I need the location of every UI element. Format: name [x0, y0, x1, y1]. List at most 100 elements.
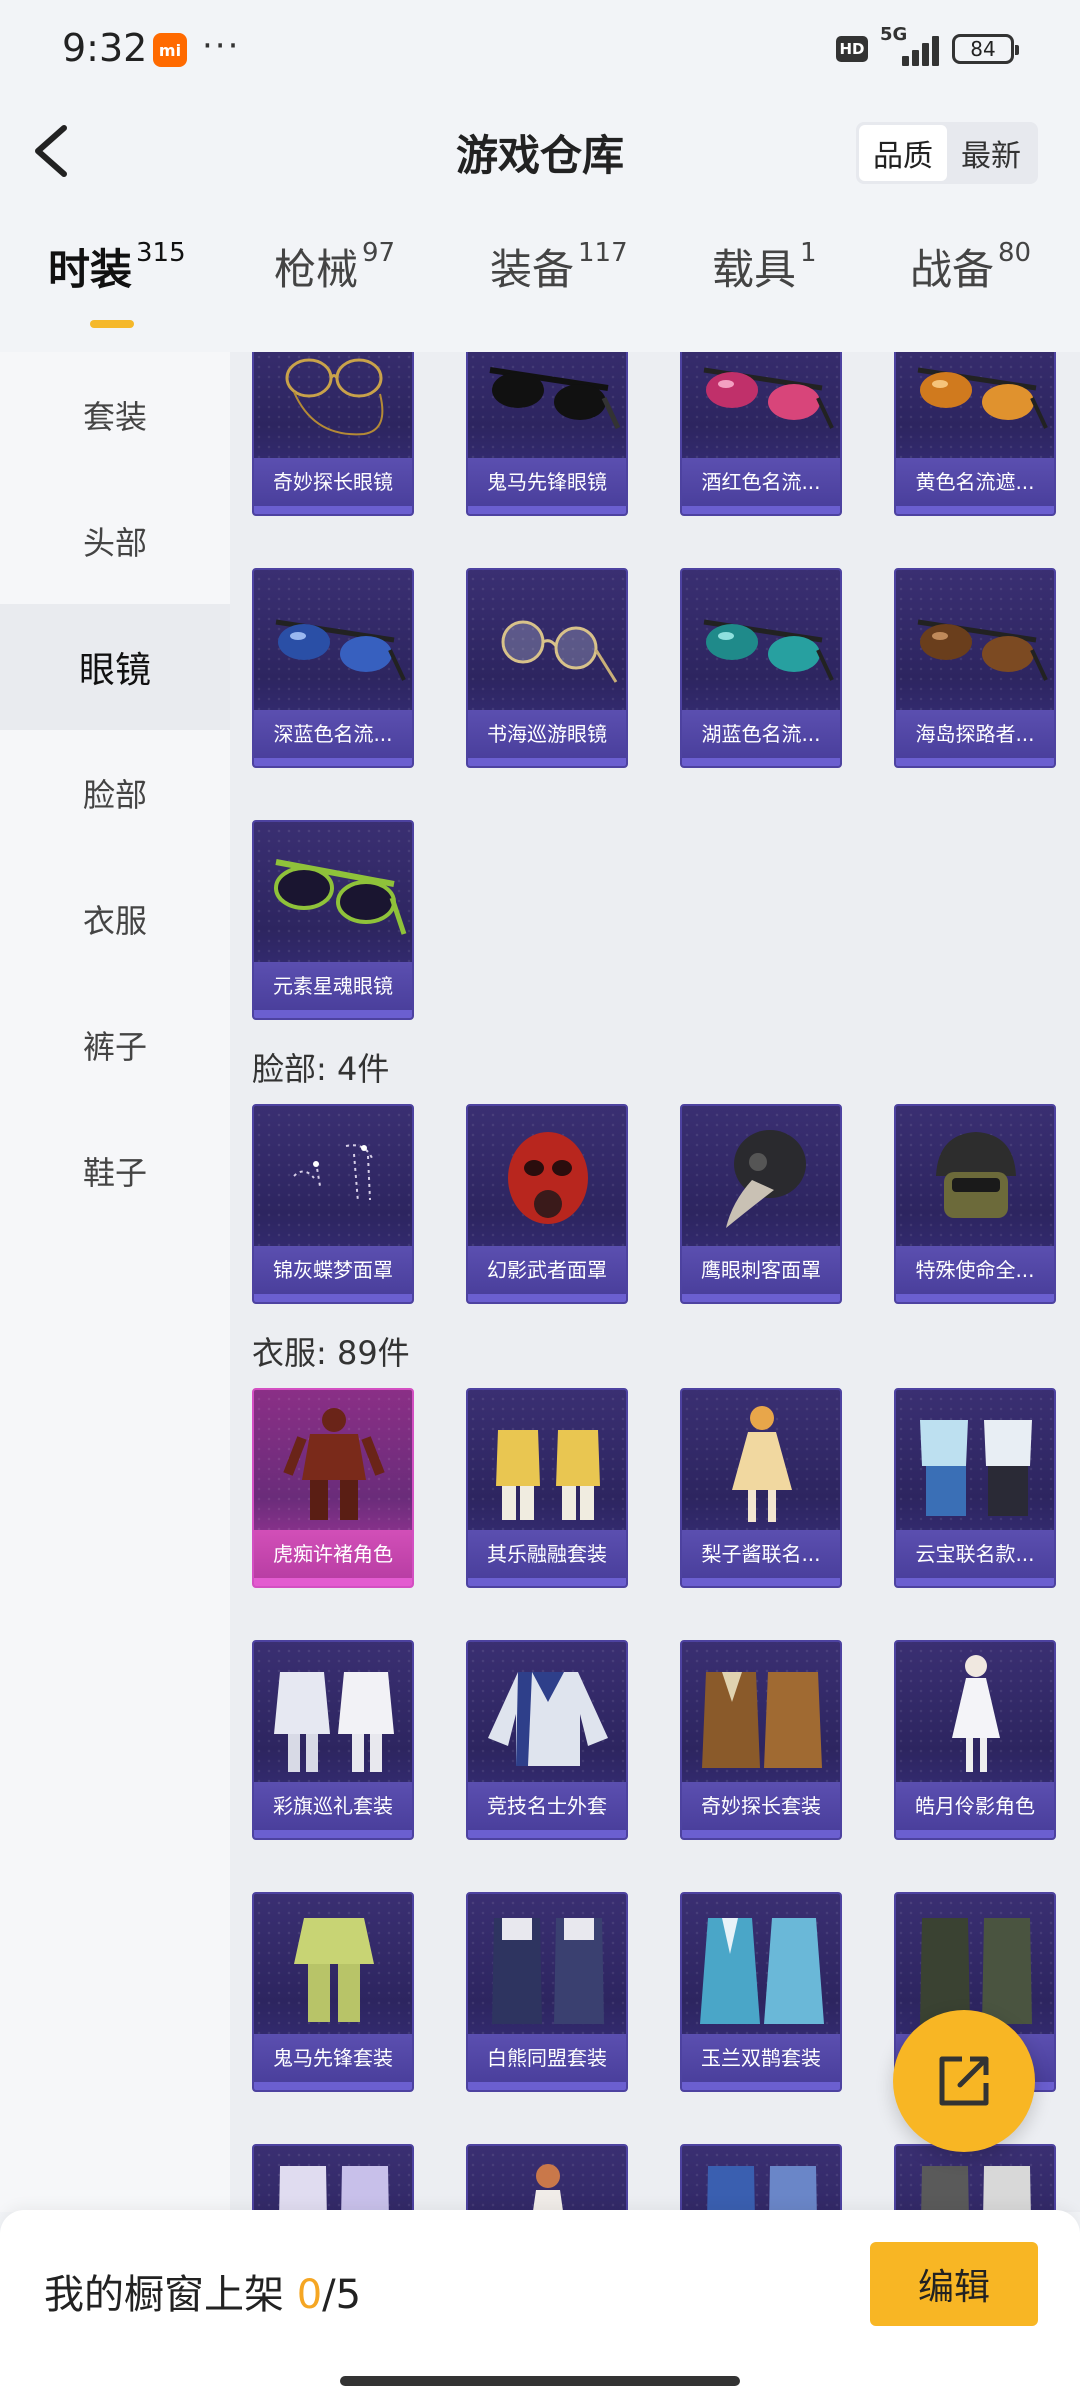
sidebar-item-pants[interactable]: 裤子: [0, 982, 230, 1108]
item-name: 酒红色名流...: [682, 458, 840, 506]
item-name: 湖蓝色名流...: [682, 710, 840, 758]
purple-outfit-icon: [279, 2166, 389, 2212]
gold-chain-glasses-icon: [285, 358, 384, 436]
sidebar-item-outfit[interactable]: 套装: [0, 352, 230, 478]
tab-count: 1: [800, 238, 817, 268]
item-card[interactable]: 黄色名流遮...: [894, 352, 1056, 516]
external-link-icon: [939, 2056, 989, 2106]
sidebar-item-shoes[interactable]: 鞋子: [0, 1108, 230, 1234]
item-name: 梨子酱联名...: [682, 1530, 840, 1578]
character-icon: [532, 2164, 564, 2212]
brown-sunglasses-icon: [917, 619, 1048, 681]
item-card[interactable]: [680, 2144, 842, 2212]
item-name: 奇妙探长眼镜: [254, 458, 412, 506]
item-card[interactable]: [252, 2144, 414, 2212]
tab-vehicles[interactable]: 载具 1: [712, 236, 817, 336]
network-type: 5G: [880, 24, 908, 45]
status-bar: 9:32 mi ··· HD 5G 84: [0, 0, 1080, 100]
showcase-current: 0: [296, 2272, 323, 2318]
item-card[interactable]: 幻影武者面罩: [466, 1104, 628, 1304]
item-card[interactable]: 其乐融融套装: [466, 1388, 628, 1588]
item-card[interactable]: 皓月伶影角色: [894, 1640, 1056, 1840]
sub-category-sidebar: 套装 头部 眼镜 脸部 衣服 裤子 鞋子: [0, 352, 230, 2212]
sort-toggle[interactable]: 品质 最新: [856, 122, 1038, 184]
tab-count: 117: [578, 238, 628, 268]
item-card[interactable]: 湖蓝色名流...: [680, 568, 842, 768]
tab-label: 载具: [712, 245, 797, 294]
home-indicator[interactable]: [340, 2376, 740, 2386]
item-card[interactable]: [894, 2144, 1056, 2212]
item-name: 鬼马先锋套装: [254, 2034, 412, 2082]
item-card[interactable]: 虎痴许褚角色: [252, 1388, 414, 1588]
tab-count: 97: [362, 238, 396, 268]
item-card[interactable]: 鹰眼刺客面罩: [680, 1104, 842, 1304]
sidebar-item-glasses[interactable]: 眼镜: [0, 604, 230, 730]
red-gas-mask-icon: [508, 1132, 588, 1224]
item-card[interactable]: 海岛探路者...: [894, 568, 1056, 768]
butterfly-mask-icon: [293, 1144, 373, 1203]
jacket-icon: [488, 1672, 608, 1766]
item-card[interactable]: 梨子酱联名...: [680, 1388, 842, 1588]
dress-character-icon: [732, 1406, 792, 1522]
item-card[interactable]: 书海巡游眼镜: [466, 568, 628, 768]
blue-sunglasses-icon: [275, 619, 406, 681]
red-sunglasses-icon: [703, 367, 834, 429]
battery-icon: 84: [952, 34, 1019, 64]
more-notifications-icon: ···: [202, 26, 241, 66]
yellow-hoodie-set-icon: [496, 1430, 600, 1520]
plague-mask-icon: [726, 1130, 806, 1228]
item-card[interactable]: 白熊同盟套装: [466, 1892, 628, 2092]
tab-equipment[interactable]: 装备 117: [490, 236, 628, 336]
trench-coat-set-icon: [702, 1672, 822, 1768]
chevron-left-icon: [35, 125, 67, 177]
sidebar-item-head[interactable]: 头部: [0, 478, 230, 604]
item-name: 其乐融融套装: [468, 1530, 626, 1578]
bottom-bar: 我的橱窗上架 0/5 编辑: [0, 2210, 1080, 2400]
item-name: 深蓝色名流...: [254, 710, 412, 758]
section-title-face: 脸部: 4件: [252, 1050, 390, 1088]
item-card[interactable]: 鬼马先锋套装: [252, 1892, 414, 2092]
item-card[interactable]: 深蓝色名流...: [252, 568, 414, 768]
tab-guns[interactable]: 枪械 97: [274, 236, 395, 336]
item-card[interactable]: 特殊使命全...: [894, 1104, 1056, 1304]
item-card[interactable]: 鬼马先锋眼镜: [466, 352, 628, 516]
blue-outfit-icon: [707, 2166, 817, 2212]
tab-label: 战备: [910, 245, 995, 294]
item-card[interactable]: 锦灰蝶梦面罩: [252, 1104, 414, 1304]
sort-quality-option[interactable]: 品质: [859, 125, 947, 181]
tab-count: 315: [136, 238, 186, 268]
round-glasses-icon: [501, 620, 618, 683]
showcase-label: 我的橱窗上架: [44, 2272, 297, 2318]
showcase-separator: /: [322, 2272, 336, 2318]
item-card[interactable]: 奇妙探长套装: [680, 1640, 842, 1840]
tab-fashion[interactable]: 时装 315: [48, 236, 186, 336]
item-card[interactable]: 竞技名士外套: [466, 1640, 628, 1840]
item-name: 特殊使命全...: [896, 1246, 1054, 1294]
yellow-sunglasses-icon: [917, 367, 1048, 429]
item-card[interactable]: 玉兰双鹊套装: [680, 1892, 842, 2092]
sidebar-item-clothes[interactable]: 衣服: [0, 856, 230, 982]
item-name: 幻影武者面罩: [468, 1246, 626, 1294]
blue-outfit-set-icon: [920, 1420, 1032, 1516]
item-name: 云宝联名款...: [896, 1530, 1054, 1578]
back-button[interactable]: [24, 118, 84, 184]
green-sunglasses-icon: [274, 859, 407, 935]
item-grid: 奇妙探长眼镜 鬼马先锋眼镜 酒红色名流... 黄色名流遮... 深蓝色名流...…: [230, 352, 1080, 2212]
tab-label: 时装: [48, 245, 133, 294]
sidebar-item-face[interactable]: 脸部: [0, 730, 230, 856]
edit-button[interactable]: 编辑: [870, 2242, 1038, 2326]
item-card[interactable]: 彩旗巡礼套装: [252, 1640, 414, 1840]
showcase-count: 我的橱窗上架 0/5: [44, 2262, 361, 2320]
tab-count: 80: [998, 238, 1032, 268]
item-name: 彩旗巡礼套装: [254, 1782, 412, 1830]
sort-newest-option[interactable]: 最新: [947, 125, 1035, 181]
tab-battle-gear[interactable]: 战备 80: [910, 236, 1031, 336]
item-name: 鹰眼刺客面罩: [682, 1246, 840, 1294]
item-card[interactable]: 奇妙探长眼镜: [252, 352, 414, 516]
item-name: 鬼马先锋眼镜: [468, 458, 626, 506]
item-card[interactable]: 云宝联名款...: [894, 1388, 1056, 1588]
item-card[interactable]: 元素星魂眼镜: [252, 820, 414, 1020]
item-card[interactable]: 酒红色名流...: [680, 352, 842, 516]
item-card[interactable]: [466, 2144, 628, 2212]
share-button[interactable]: [893, 2010, 1035, 2152]
